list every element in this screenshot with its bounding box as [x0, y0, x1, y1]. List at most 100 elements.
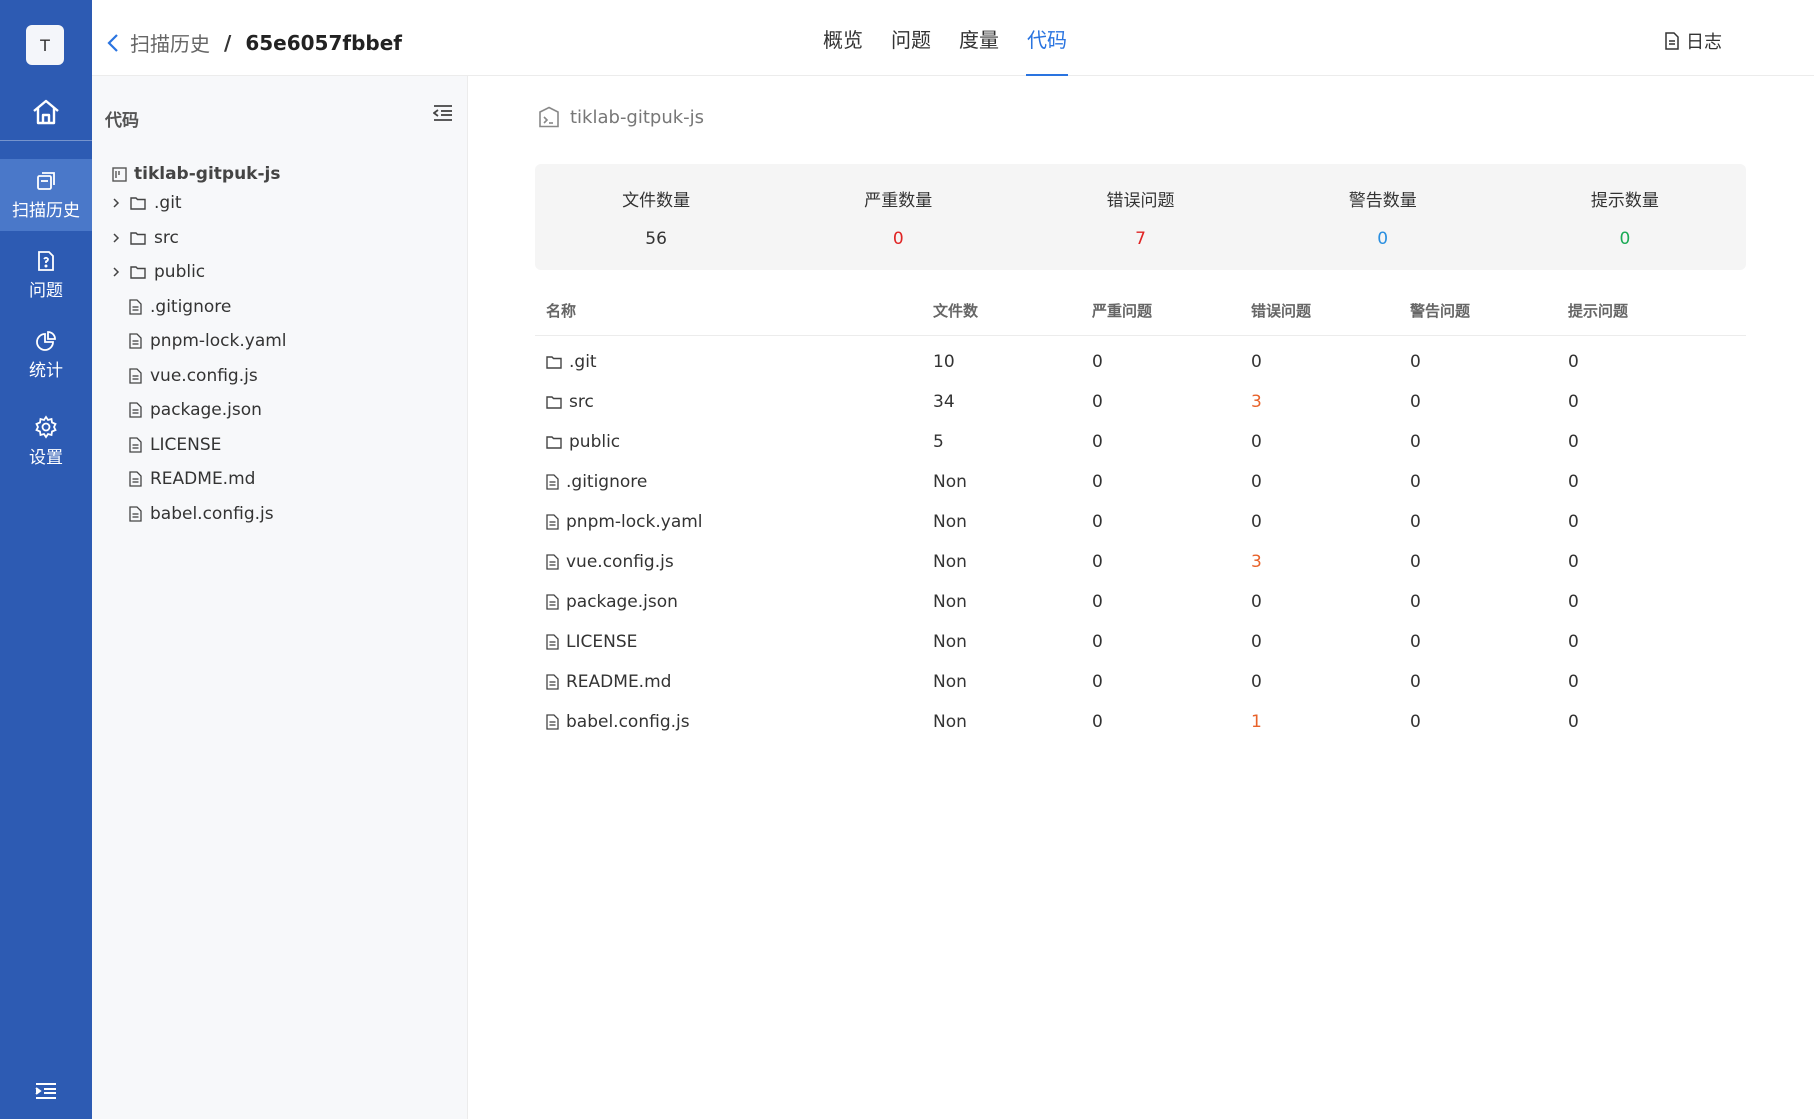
- tree-node-file[interactable]: babel.config.js: [129, 504, 274, 524]
- nav-collapse-button[interactable]: [0, 1081, 92, 1101]
- cell-warning: 0: [1410, 632, 1421, 652]
- table-row[interactable]: .git 10 0 0 0 0: [535, 342, 1746, 382]
- file-icon: [546, 634, 559, 650]
- cell-name-label: .gitignore: [566, 472, 648, 492]
- table-row[interactable]: .gitignore Non 0 0 0 0: [535, 462, 1746, 502]
- tree-node-folder[interactable]: public: [110, 262, 205, 282]
- table-row[interactable]: src 34 0 3 0 0: [535, 382, 1746, 422]
- cell-name[interactable]: vue.config.js: [535, 552, 933, 572]
- cell-name-label: src: [569, 392, 594, 412]
- cell-error: 0: [1251, 472, 1262, 492]
- cell-error: 0: [1251, 512, 1262, 532]
- nav-item-settings[interactable]: 设置: [0, 405, 92, 477]
- breadcrumb-separator: /: [224, 30, 232, 55]
- tree-node-file[interactable]: README.md: [129, 469, 255, 489]
- chevron-right-icon[interactable]: [112, 197, 120, 209]
- table-row[interactable]: LICENSE Non 0 0 0 0: [535, 622, 1746, 662]
- nav-item-scan-history[interactable]: 扫描历史: [0, 159, 92, 231]
- cell-name[interactable]: babel.config.js: [535, 712, 933, 732]
- cell-critical: 0: [1092, 672, 1103, 692]
- tab-metrics[interactable]: 度量: [958, 0, 1000, 76]
- chevron-right-icon[interactable]: [112, 232, 120, 244]
- tree-node-label: pnpm-lock.yaml: [150, 331, 287, 351]
- cell-name[interactable]: README.md: [535, 672, 933, 692]
- cell-name-label: package.json: [566, 592, 678, 612]
- gear-icon: [35, 414, 57, 439]
- summary-panel: 文件数量 56 严重数量 0 错误问题 7 警告数量 0 提示数量 0: [535, 164, 1746, 270]
- table-row[interactable]: public 5 0 0 0 0: [535, 422, 1746, 462]
- cell-name[interactable]: pnpm-lock.yaml: [535, 512, 933, 532]
- cell-hint: 0: [1568, 552, 1579, 572]
- tree-node-file[interactable]: pnpm-lock.yaml: [129, 331, 287, 351]
- tree-node-folder[interactable]: .git: [110, 193, 182, 213]
- summary-label: 严重数量: [864, 190, 933, 211]
- table-row[interactable]: README.md Non 0 0 0 0: [535, 662, 1746, 702]
- cell-hint: 0: [1568, 432, 1579, 452]
- cell-files: Non: [933, 552, 967, 572]
- cell-name[interactable]: LICENSE: [535, 632, 933, 652]
- menu-fold-icon: [432, 105, 452, 121]
- file-icon: [546, 714, 559, 730]
- column-files: 文件数: [933, 302, 979, 320]
- nav-item-stats[interactable]: 统计: [0, 319, 92, 391]
- history-icon: [37, 171, 55, 190]
- cell-error: 0: [1251, 632, 1262, 652]
- table-row[interactable]: pnpm-lock.yaml Non 0 0 0 0: [535, 502, 1746, 542]
- tab-overview[interactable]: 概览: [822, 0, 864, 76]
- home-button[interactable]: [0, 88, 92, 136]
- summary-label: 文件数量: [622, 190, 691, 211]
- back-arrow-icon[interactable]: [106, 33, 120, 53]
- tree-node-file[interactable]: vue.config.js: [129, 366, 258, 386]
- left-nav: T 扫描历史 问题 统计 设置: [0, 0, 92, 1119]
- tab-code[interactable]: 代码: [1026, 0, 1068, 77]
- summary-value: 7: [1135, 228, 1146, 249]
- breadcrumb-parent[interactable]: 扫描历史: [130, 28, 210, 57]
- cell-hint: 0: [1568, 512, 1579, 532]
- tab-bar: 概览 问题 度量 代码: [822, 0, 1068, 77]
- table-header: 名称 文件数 严重问题 错误问题 警告问题 提示问题: [535, 286, 1746, 336]
- nav-item-label: 扫描历史: [12, 200, 80, 221]
- cell-name[interactable]: .git: [535, 352, 933, 372]
- table-row[interactable]: babel.config.js Non 0 1 0 0: [535, 702, 1746, 742]
- folder-icon: [546, 396, 562, 409]
- file-icon: [546, 514, 559, 530]
- cell-name-label: README.md: [566, 672, 672, 692]
- folder-icon: [546, 436, 562, 449]
- cell-name[interactable]: package.json: [535, 592, 933, 612]
- tree-collapse-button[interactable]: [432, 104, 453, 126]
- cell-critical: 0: [1092, 632, 1103, 652]
- tree-node-label: vue.config.js: [150, 365, 258, 386]
- tab-issues[interactable]: 问题: [890, 0, 932, 76]
- table-row[interactable]: package.json Non 0 0 0 0: [535, 582, 1746, 622]
- tree-node-label: package.json: [150, 400, 262, 420]
- avatar[interactable]: T: [26, 25, 64, 65]
- cell-files: 34: [933, 392, 955, 412]
- code-table: 名称 文件数 严重问题 错误问题 警告问题 提示问题 .git 10 0 0 0 0 src…: [535, 286, 1746, 742]
- tree-node-label: .git: [154, 193, 182, 213]
- nav-item-label: 问题: [29, 280, 63, 301]
- cell-name[interactable]: .gitignore: [535, 472, 933, 492]
- chevron-right-icon[interactable]: [112, 266, 120, 278]
- cell-name[interactable]: src: [535, 392, 933, 412]
- cell-name-label: .git: [569, 352, 597, 372]
- tree-node-file[interactable]: LICENSE: [129, 435, 221, 455]
- cell-files: Non: [933, 592, 967, 612]
- tree-node-file[interactable]: package.json: [129, 400, 262, 420]
- file-icon: [129, 298, 142, 315]
- cell-hint: 0: [1568, 672, 1579, 692]
- breadcrumb: 扫描历史 / 65e6057fbbef: [106, 28, 402, 57]
- tree-node-folder[interactable]: src: [110, 228, 179, 248]
- table-row[interactable]: vue.config.js Non 0 3 0 0: [535, 542, 1746, 582]
- main-content: tiklab-gitpuk-js 文件数量 56 严重数量 0 错误问题 7 警…: [468, 76, 1814, 1119]
- pie-chart-icon: [36, 330, 56, 351]
- file-icon: [129, 402, 142, 418]
- file-icon: [129, 367, 142, 384]
- repository-icon: [112, 166, 127, 182]
- log-button[interactable]: 日志: [1664, 28, 1722, 54]
- tree-node-file[interactable]: .gitignore: [129, 297, 231, 317]
- cell-name[interactable]: public: [535, 432, 933, 452]
- tree-root[interactable]: tiklab-gitpuk-js: [112, 164, 280, 184]
- cell-warning: 0: [1410, 472, 1421, 492]
- nav-item-issues[interactable]: 问题: [0, 239, 92, 311]
- file-icon: [129, 505, 142, 522]
